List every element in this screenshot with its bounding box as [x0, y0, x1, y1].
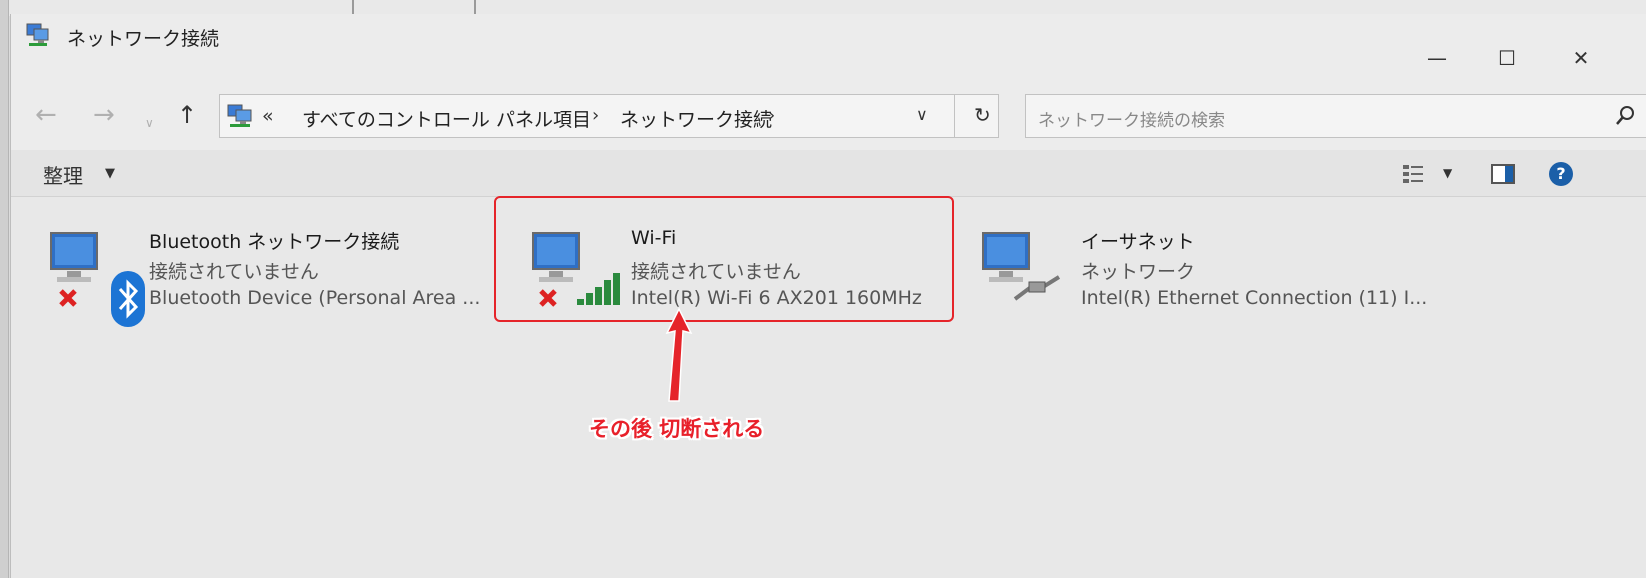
bluetooth-icon	[111, 271, 145, 327]
organize-caret-icon[interactable]: ▼	[105, 166, 115, 181]
title-bar[interactable]: ネットワーク接続 — ☐ ✕	[11, 14, 1646, 70]
view-options-caret-icon[interactable]: ▼	[1443, 166, 1452, 180]
back-arrow-icon[interactable]: ←	[35, 102, 57, 128]
connection-device: Intel(R) Wi-Fi 6 AX201 160MHz	[631, 287, 922, 309]
breadcrumb-control-panel[interactable]: すべてのコントロール パネル項目	[302, 105, 591, 132]
connection-status: 接続されていません	[149, 261, 319, 283]
breadcrumb-separator[interactable]: ›	[592, 105, 599, 126]
search-input[interactable]: ネットワーク接続の検索	[1038, 106, 1225, 131]
connection-status: ネットワーク	[1081, 261, 1196, 283]
search-icon[interactable]	[1614, 105, 1636, 127]
view-options-icon[interactable]	[1401, 162, 1425, 186]
annotation-text: その後 切断される	[589, 417, 765, 441]
help-icon[interactable]: ?	[1549, 162, 1573, 186]
background-window-edge	[0, 0, 9, 578]
breadcrumb-network-connections[interactable]: ネットワーク接続	[620, 105, 772, 132]
organize-menu-button[interactable]: 整理	[43, 160, 83, 189]
annotation-arrow	[665, 307, 693, 402]
connection-name: Wi-Fi	[631, 227, 677, 249]
connection-name: イーサネット	[1081, 231, 1195, 253]
address-overflow-chevron[interactable]: «	[262, 105, 274, 127]
connection-name: Bluetooth ネットワーク接続	[149, 231, 400, 253]
maximize-button[interactable]: ☐	[1477, 42, 1537, 74]
ethernet-cable-icon	[1013, 275, 1061, 301]
list-item-ethernet[interactable]: イーサネット ネットワーク Intel(R) Ethernet Connecti…	[967, 223, 1427, 333]
forward-arrow-icon[interactable]: →	[93, 102, 115, 128]
connections-list: Bluetooth ネットワーク接続 接続されていません Bluetooth D…	[11, 196, 1646, 578]
address-divider	[954, 95, 955, 137]
recent-locations-chevron-icon[interactable]: ∨	[145, 110, 154, 136]
breadcrumb-separator[interactable]: ›	[768, 105, 775, 126]
connection-device: Bluetooth Device (Personal Area ...	[149, 287, 481, 309]
minimize-button[interactable]: —	[1407, 42, 1467, 74]
command-bar: 整理 ▼ ▼ ?	[11, 150, 1646, 197]
close-button[interactable]: ✕	[1551, 42, 1611, 74]
list-item-bluetooth[interactable]: Bluetooth ネットワーク接続 接続されていません Bluetooth D…	[35, 223, 480, 333]
network-connections-icon	[26, 23, 49, 46]
connection-device: Intel(R) Ethernet Connection (11) I...	[1081, 287, 1428, 309]
refresh-icon[interactable]: ↻	[974, 103, 991, 127]
address-bar[interactable]: « すべてのコントロール パネル項目 › ネットワーク接続 › ∨ ↻	[219, 94, 999, 138]
network-connections-window: ネットワーク接続 — ☐ ✕ ← → ∨ ↑ « すべてのコントロール パネル項…	[10, 14, 1646, 578]
connection-status: 接続されていません	[631, 261, 801, 283]
wifi-signal-icon	[577, 273, 620, 305]
window-title: ネットワーク接続	[67, 28, 220, 50]
preview-pane-icon[interactable]	[1491, 164, 1515, 184]
up-arrow-icon[interactable]: ↑	[177, 102, 197, 128]
search-box[interactable]: ネットワーク接続の検索	[1025, 94, 1646, 138]
address-dropdown-chevron-icon[interactable]: ∨	[916, 105, 928, 124]
list-item-wifi[interactable]: Wi-Fi 接続されていません Intel(R) Wi-Fi 6 AX201 1…	[517, 223, 957, 333]
network-folder-icon	[227, 104, 252, 127]
